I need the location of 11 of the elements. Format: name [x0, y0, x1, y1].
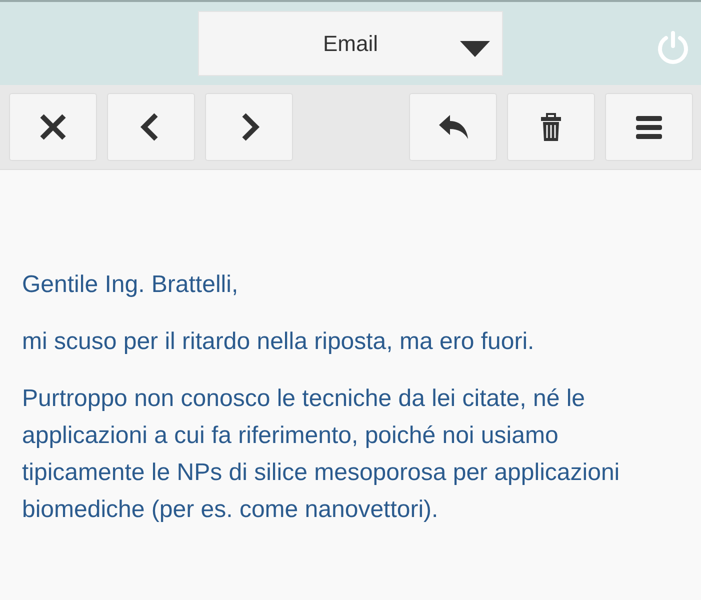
close-button[interactable]: [9, 93, 97, 161]
message-paragraph: Gentile Ing. Brattelli,: [22, 270, 240, 300]
reply-button[interactable]: [409, 93, 497, 161]
caret-icon: [460, 41, 490, 57]
message-paragraph: Purtroppo non conosco le tecniche da lei citate, né le applicazioni a cui fa riferimento, poiché noi usiamo tipicamente le NPs di silice mesoporosa per applicazioni biomediche (per es. come nanovettori).: [22, 384, 621, 525]
prev-button[interactable]: [107, 93, 195, 161]
menu-button[interactable]: [605, 93, 693, 161]
next-button[interactable]: [205, 93, 293, 161]
trash-button[interactable]: [507, 93, 595, 161]
message-paragraph: mi scuso per il ritardo nella riposta, ma ero fuori.: [22, 327, 536, 357]
folder-dropdown[interactable]: Email: [198, 11, 503, 76]
